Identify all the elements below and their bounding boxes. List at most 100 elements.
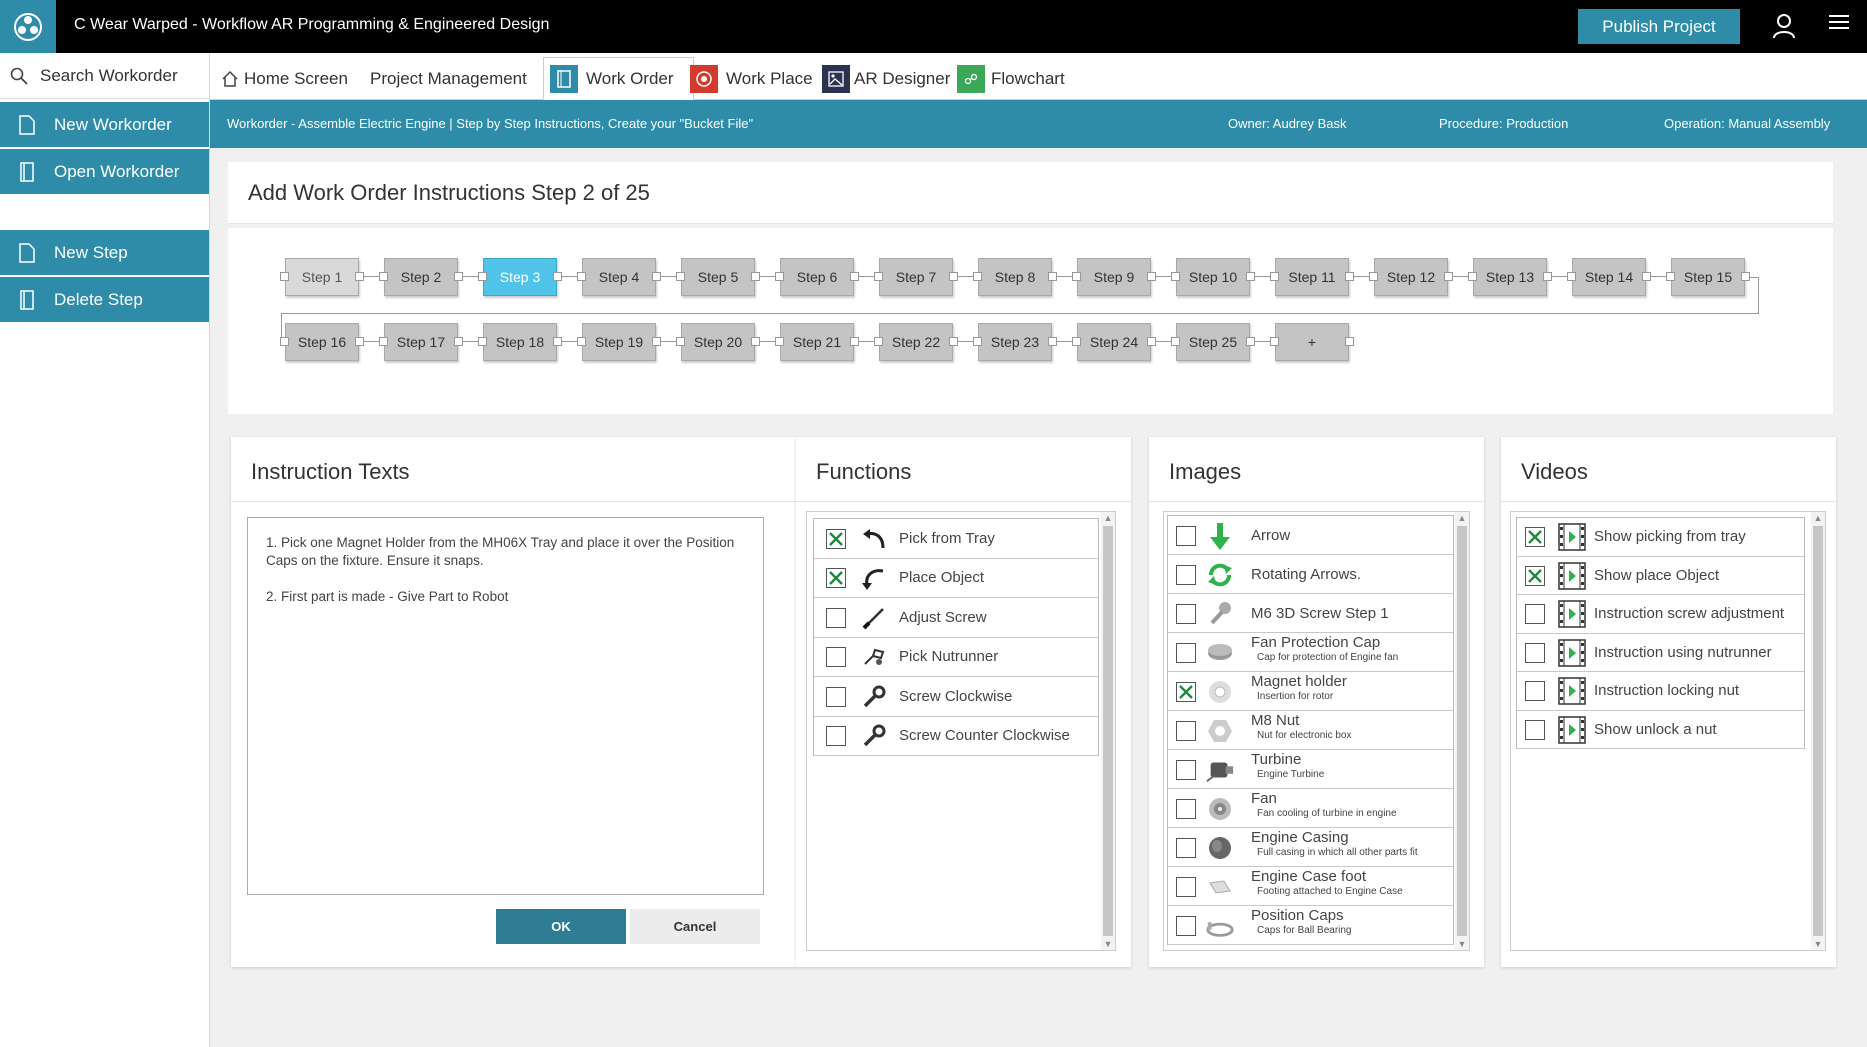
step-port[interactable]	[676, 272, 685, 281]
step-port[interactable]	[1246, 337, 1255, 346]
scroll-thumb[interactable]	[1457, 526, 1467, 936]
step-port[interactable]	[652, 272, 661, 281]
step-port[interactable]	[454, 337, 463, 346]
user-icon[interactable]	[1772, 12, 1796, 40]
step-port[interactable]	[751, 337, 760, 346]
scroll-thumb[interactable]	[1103, 526, 1113, 936]
function-item[interactable]: Adjust Screw	[814, 598, 1098, 638]
ok-button[interactable]: OK	[496, 909, 626, 944]
step-node[interactable]: Step 4	[582, 258, 656, 296]
step-port[interactable]	[973, 272, 982, 281]
step-node[interactable]: Step 20	[681, 323, 755, 361]
checkbox[interactable]	[826, 607, 846, 628]
checkbox[interactable]	[1176, 525, 1196, 546]
step-port[interactable]	[280, 272, 289, 281]
step-port[interactable]	[949, 272, 958, 281]
step-port[interactable]	[355, 337, 364, 346]
functions-scrollbar[interactable]: ▲ ▼	[1101, 512, 1115, 950]
step-port[interactable]	[1444, 272, 1453, 281]
scroll-up-icon[interactable]: ▲	[1455, 512, 1469, 524]
step-node[interactable]: Step 7	[879, 258, 953, 296]
step-node[interactable]: Step 8	[978, 258, 1052, 296]
checkbox[interactable]	[1525, 719, 1545, 740]
function-item[interactable]: Pick Nutrunner	[814, 638, 1098, 677]
image-item[interactable]: Engine Casing Full casing in which all ot…	[1168, 828, 1453, 867]
checkbox[interactable]	[1176, 720, 1196, 741]
checkbox[interactable]	[1525, 565, 1545, 586]
open-workorder-button[interactable]: Open Workorder	[0, 149, 209, 194]
step-port[interactable]	[355, 272, 364, 281]
step-port[interactable]	[1642, 272, 1651, 281]
step-port[interactable]	[1171, 337, 1180, 346]
add-step-button[interactable]: +	[1275, 323, 1349, 361]
step-node[interactable]: Step 12	[1374, 258, 1448, 296]
new-workorder-button[interactable]: New Workorder	[0, 102, 209, 147]
step-port[interactable]	[676, 337, 685, 346]
checkbox[interactable]	[1176, 759, 1196, 780]
scroll-down-icon[interactable]: ▼	[1101, 938, 1115, 950]
step-port[interactable]	[1345, 337, 1354, 346]
step-port[interactable]	[1468, 272, 1477, 281]
step-node[interactable]: Step 23	[978, 323, 1052, 361]
video-item[interactable]: Show picking from tray	[1517, 518, 1804, 557]
checkbox[interactable]	[1176, 564, 1196, 585]
step-node[interactable]: Step 24	[1077, 323, 1151, 361]
tab-work-order[interactable]: Work Order	[543, 57, 694, 100]
app-logo-icon[interactable]	[0, 0, 56, 53]
step-node[interactable]: Step 19	[582, 323, 656, 361]
checkbox[interactable]	[826, 726, 846, 747]
step-port[interactable]	[775, 337, 784, 346]
new-step-button[interactable]: New Step	[0, 230, 209, 275]
step-node[interactable]: Step 10	[1176, 258, 1250, 296]
step-port[interactable]	[553, 337, 562, 346]
step-port[interactable]	[652, 337, 661, 346]
scroll-up-icon[interactable]: ▲	[1811, 512, 1825, 524]
tab-ar-designer[interactable]: AR Designer	[822, 57, 950, 100]
step-port[interactable]	[1048, 272, 1057, 281]
step-port[interactable]	[1072, 272, 1081, 281]
step-port[interactable]	[949, 337, 958, 346]
step-node[interactable]: Step 11	[1275, 258, 1349, 296]
step-port[interactable]	[751, 272, 760, 281]
checkbox[interactable]	[1525, 527, 1545, 548]
step-node[interactable]: Step 1	[285, 258, 359, 296]
image-item[interactable]: Fan Fan cooling of turbine in engine	[1168, 789, 1453, 828]
checkbox[interactable]	[1176, 681, 1196, 702]
hamburger-menu-icon[interactable]	[1829, 15, 1849, 31]
step-port[interactable]	[1666, 272, 1675, 281]
image-item[interactable]: M8 Nut Nut for electronic box	[1168, 711, 1453, 750]
tab-work-place[interactable]: Work Place	[690, 57, 813, 100]
step-node[interactable]: Step 22	[879, 323, 953, 361]
step-port[interactable]	[850, 272, 859, 281]
step-node[interactable]: Step 9	[1077, 258, 1151, 296]
publish-project-button[interactable]: Publish Project	[1578, 9, 1740, 44]
step-port[interactable]	[1048, 337, 1057, 346]
checkbox[interactable]	[826, 528, 846, 549]
image-item[interactable]: Position Caps Caps for Ball Bearing	[1168, 906, 1453, 945]
delete-step-button[interactable]: Delete Step	[0, 277, 209, 322]
checkbox[interactable]	[1176, 915, 1196, 936]
step-port[interactable]	[1270, 337, 1279, 346]
step-node[interactable]: Step 14	[1572, 258, 1646, 296]
step-port[interactable]	[577, 337, 586, 346]
image-item[interactable]: Arrow	[1168, 516, 1453, 555]
function-item[interactable]: Screw Clockwise	[814, 677, 1098, 717]
checkbox[interactable]	[1525, 681, 1545, 702]
step-port[interactable]	[1543, 272, 1552, 281]
checkbox[interactable]	[1525, 642, 1545, 663]
checkbox[interactable]	[826, 568, 846, 589]
image-item[interactable]: Turbine Engine Turbine	[1168, 750, 1453, 789]
step-port[interactable]	[454, 272, 463, 281]
function-item[interactable]: Screw Counter Clockwise	[814, 717, 1098, 756]
step-port[interactable]	[478, 272, 487, 281]
step-port[interactable]	[850, 337, 859, 346]
image-item[interactable]: Engine Case foot Footing attached to Engi…	[1168, 867, 1453, 906]
video-item[interactable]: Show place Object	[1517, 557, 1804, 595]
step-port[interactable]	[379, 337, 388, 346]
scroll-up-icon[interactable]: ▲	[1101, 512, 1115, 524]
step-port[interactable]	[1567, 272, 1576, 281]
step-port[interactable]	[775, 272, 784, 281]
scroll-thumb[interactable]	[1813, 526, 1823, 936]
step-node[interactable]: Step 6	[780, 258, 854, 296]
step-port[interactable]	[1246, 272, 1255, 281]
